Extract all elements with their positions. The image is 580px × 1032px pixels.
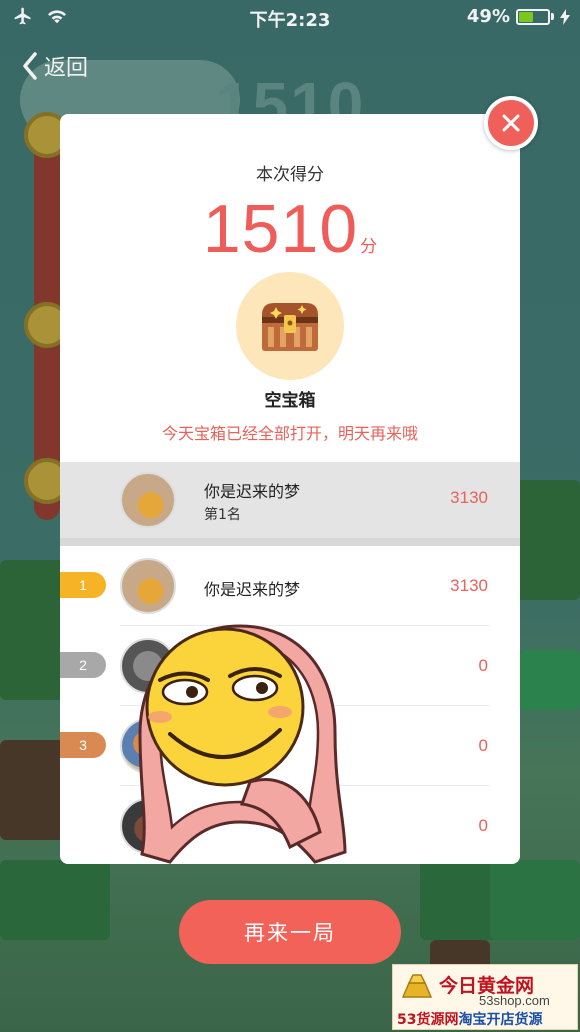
my-rank-row: 你是迟来的梦 第1名 3130: [60, 462, 520, 538]
watermark-url: 53shop.com: [479, 993, 550, 1008]
score-unit: 分: [360, 237, 378, 257]
replay-button[interactable]: 再来一局: [179, 900, 401, 964]
watermark: 今日黄金网 53shop.com 53货源网淘宝开店货源: [392, 964, 578, 1030]
score-value: 1510: [202, 191, 359, 267]
close-button[interactable]: [484, 96, 538, 150]
player-score: 0: [478, 736, 488, 755]
player-score: 0: [478, 816, 488, 835]
score-row: 1510 分: [60, 190, 520, 268]
gold-bar-icon: [401, 974, 433, 998]
treasure-chest-icon: [262, 303, 318, 351]
score-label: 本次得分: [256, 165, 324, 185]
emoji-sticker: [138, 624, 347, 864]
watermark-bottom-blue: 淘宝开店货源: [458, 1012, 543, 1028]
section-separator: [60, 538, 520, 546]
player-score: 0: [478, 656, 488, 675]
chest-name: 空宝箱: [264, 391, 316, 411]
watermark-bottom-red: 53货源网: [397, 1012, 459, 1028]
player-score: 3130: [450, 576, 488, 595]
table-row: 1 你是迟来的梦 3130: [60, 546, 520, 626]
my-rank-score: 3130: [450, 488, 488, 507]
rank-badge: 1: [60, 572, 106, 598]
rank-badge: 2: [60, 652, 106, 678]
chest-note: 今天宝箱已经全部打开，明天再来哦: [161, 424, 418, 443]
player-name: 你是迟来的梦: [204, 580, 301, 599]
my-rank-name: 你是迟来的梦: [204, 482, 301, 501]
watermark-bottom: 53货源网淘宝开店货源: [397, 1009, 542, 1029]
chest-badge: [236, 272, 344, 380]
avatar: [120, 472, 176, 528]
rank-badge: 3: [60, 732, 106, 758]
avatar: [120, 558, 176, 614]
my-rank-position: 第1名: [204, 507, 241, 523]
close-icon: [502, 114, 520, 132]
